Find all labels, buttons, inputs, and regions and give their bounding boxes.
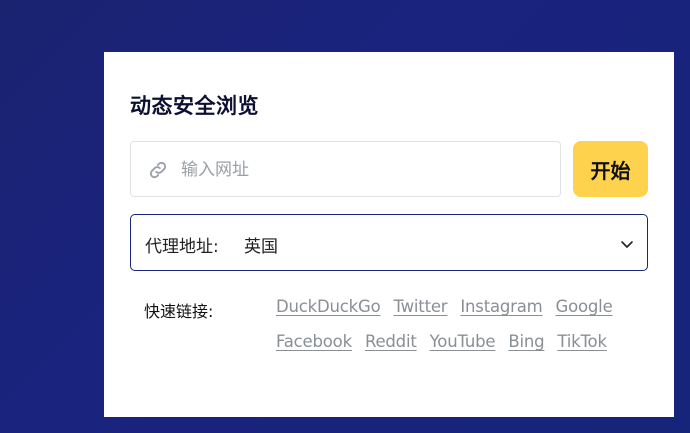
quick-link-tiktok[interactable]: TikTok [557,331,607,353]
start-button[interactable]: 开始 [573,141,648,197]
quick-link-instagram[interactable]: Instagram [460,296,542,318]
browse-card: 动态安全浏览 开始 代理地址: 英国 快速链接: DuckDuckGo Twit… [104,52,674,417]
quick-link-google[interactable]: Google [556,296,613,318]
quick-link-reddit[interactable]: Reddit [365,331,417,353]
quick-link-twitter[interactable]: Twitter [393,296,447,318]
proxy-label: 代理地址: [145,237,219,257]
quick-links-list: DuckDuckGo Twitter Instagram Google Face… [276,296,616,353]
quick-link-youtube[interactable]: YouTube [430,331,496,353]
proxy-select[interactable]: 代理地址: 英国 [130,214,648,271]
quick-link-bing[interactable]: Bing [508,331,544,353]
quick-link-duckduckgo[interactable]: DuckDuckGo [276,296,381,318]
quick-link-facebook[interactable]: Facebook [276,331,352,353]
link-icon [149,161,167,179]
url-input[interactable] [181,152,541,188]
url-input-box[interactable] [130,141,561,197]
proxy-value: 英国 [244,237,278,257]
card-title: 动态安全浏览 [130,94,259,118]
chevron-down-icon [621,241,633,248]
quick-links-label: 快速链接: [144,302,214,321]
